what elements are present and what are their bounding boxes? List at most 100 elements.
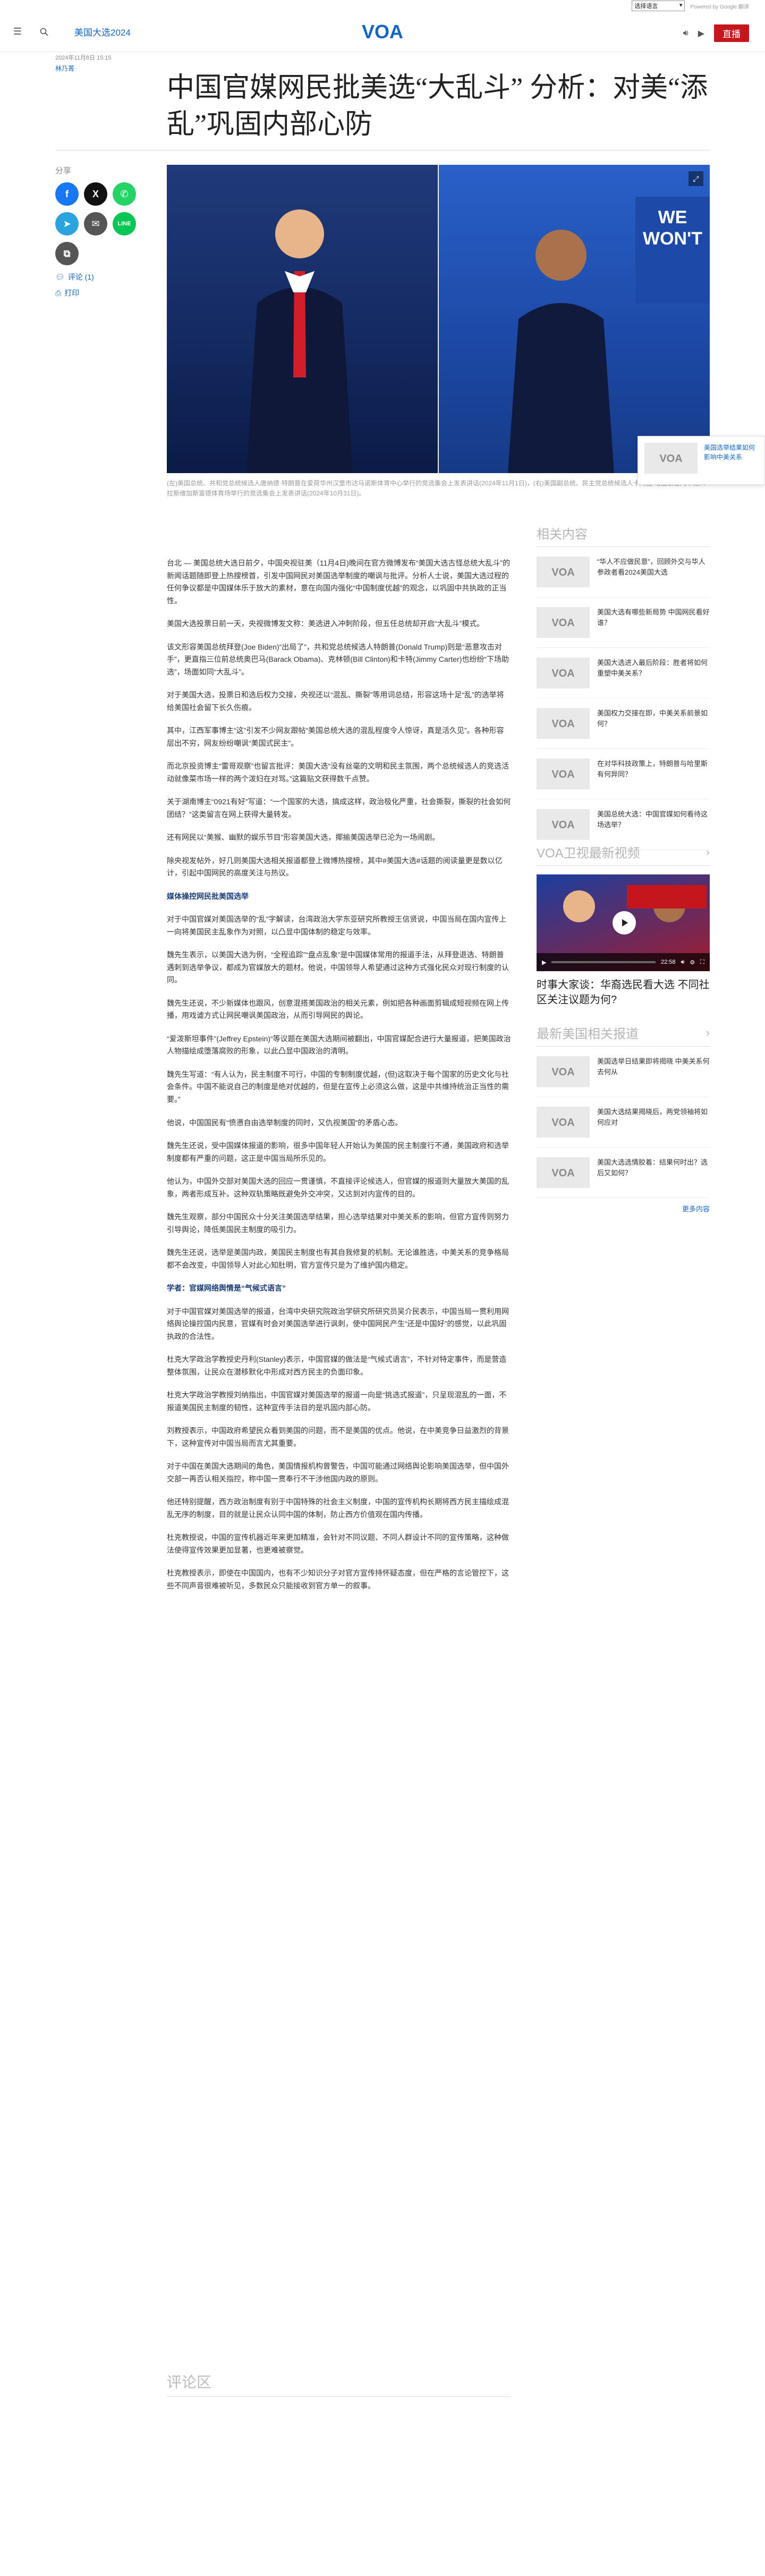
language-select-label: 选择语言 bbox=[634, 3, 658, 10]
voa-thumbnail: VOA bbox=[537, 1056, 590, 1087]
list-item[interactable]: VOA 美国大选进入最后阶段：胜者将如何重塑中美关系？ bbox=[537, 648, 710, 698]
paragraph: 他认为，中国外交部对美国大选的回应一贯谨慎，不直接评论候选人，但官媒的报道则大量… bbox=[167, 1177, 509, 1198]
article-author[interactable]: 林乃菁 bbox=[55, 63, 156, 74]
paragraph: 对于中国在美国大选期间的角色，美国情报机构曾警告，中国可能通过网络舆论影响美国选… bbox=[167, 1462, 509, 1483]
comment-icon: 💬︎ bbox=[55, 272, 65, 281]
telegram-icon[interactable]: ➤ bbox=[55, 212, 79, 235]
list-item[interactable]: VOA 美国选举日结果即将揭晓 中美关系何去何从 bbox=[537, 1047, 710, 1097]
svg-text:WE: WE bbox=[658, 207, 687, 228]
paragraph: 魏先生还说，选举是美国内政，美国民主制度也有其自我修复的机制。无论谁胜选，中美关… bbox=[167, 1248, 509, 1269]
video-section-title[interactable]: VOA卫视最新视频 › bbox=[537, 843, 710, 866]
volume-icon[interactable]: 🔊︎ bbox=[681, 959, 684, 966]
video-icon[interactable]: ▶︎ bbox=[698, 28, 704, 39]
site-header: ☰ 美国大选2024 VOA 🔊︎ ▶︎ 直播 bbox=[0, 12, 765, 52]
copy-link-icon[interactable]: ⧉ bbox=[55, 242, 79, 265]
comment-link[interactable]: 💬︎ 评论 (1) bbox=[55, 272, 162, 282]
voa-thumbnail: VOA bbox=[537, 607, 590, 638]
settings-icon[interactable]: ⚙ bbox=[690, 959, 695, 966]
section-link[interactable]: 美国大选2024 bbox=[74, 25, 131, 38]
video-player[interactable]: ▶ 22:58 🔊︎ ⚙ ⛶ bbox=[537, 874, 710, 971]
list-item[interactable]: VOA “华人不应做民意”，回顾外交与华人参政者看2024美国大选 bbox=[537, 547, 710, 597]
share-label: 分享 bbox=[55, 166, 72, 175]
related-list: VOA “华人不应做民意”，回顾外交与华人参政者看2024美国大选 VOA 美国大选有… bbox=[537, 547, 710, 850]
list-item[interactable]: VOA 美国大选有哪些新局势 中国网民看好谁？ bbox=[537, 597, 710, 648]
article-meta: 2024年11月8日 15:15 林乃菁 bbox=[55, 53, 156, 74]
svg-text:VOA: VOA bbox=[659, 453, 682, 465]
voa-thumbnail: VOA bbox=[537, 1107, 590, 1138]
latest-title-label: 最新美国相关报道 bbox=[537, 1027, 639, 1041]
list-item-title: “华人不应做民意”，回顾外交与华人参政者看2024美国大选 bbox=[597, 558, 706, 576]
print-link[interactable]: ⎙ 打印 bbox=[55, 288, 162, 298]
list-item-title: 美国选举日结果即将揭晓 中美关系何去何从 bbox=[597, 1057, 710, 1076]
paragraph: 对于中国官媒对美国选举的“乱”字解读，台湾政治大学东亚研究所教授王信贤说，中国当… bbox=[167, 915, 507, 936]
search-icon[interactable] bbox=[37, 25, 51, 39]
svg-text:WON'T: WON'T bbox=[643, 229, 702, 249]
subheading: 媒体操控网民批美国选举 bbox=[167, 891, 249, 900]
paragraph: 杜克大学政治学教授刘纳指出，中国官媒对美国选举的报道一向是“挑选式报道”，只呈现… bbox=[167, 1391, 507, 1412]
paragraph: 杜克大学政治学教授史丹利(Stanley)表示，中国官媒的做法是“气候式语言”，… bbox=[167, 1355, 507, 1376]
menu-icon[interactable]: ☰ bbox=[11, 25, 24, 39]
list-item[interactable]: VOA 美国权力交接在即，中美关系前景如何？ bbox=[537, 698, 710, 749]
paragraph: 杜克教授表示，即使在中国国内，也有不少知识分子对官方宣传持怀疑态度，但在严格的言… bbox=[167, 1569, 509, 1590]
video-progress[interactable] bbox=[551, 961, 656, 963]
latest-list: VOA 美国选举日结果即将揭晓 中美关系何去何从 VOA 美国大选结果揭晓后，两党领袖… bbox=[537, 1047, 710, 1198]
svg-text:VOA: VOA bbox=[551, 567, 574, 578]
svg-text:VOA: VOA bbox=[362, 21, 403, 43]
expand-icon[interactable]: ⤢ bbox=[688, 171, 703, 186]
fullscreen-icon[interactable]: ⛶ bbox=[700, 959, 704, 966]
video-caption[interactable]: 时事大家谈：华裔选民看大选 不同社区关注议题为何? bbox=[537, 978, 710, 1007]
live-button[interactable]: 直播 bbox=[714, 24, 749, 42]
paragraph: 该文形容美国总统拜登(Joe Biden)“出局了”，共和党总统候选人特朗普(D… bbox=[167, 642, 509, 676]
header-tools: 🔊︎ ▶︎ 直播 bbox=[683, 24, 749, 42]
paragraph: 他说，中国国民有“愤懑自由选举制度的同时，又仇视美国”的矛盾心态。 bbox=[167, 1118, 403, 1127]
list-item-title: 美国大选进入最后阶段：胜者将如何重塑中美关系？ bbox=[597, 659, 708, 677]
powered-by-label: Powered by Google 翻译 bbox=[690, 4, 749, 10]
voa-thumbnail: VOA bbox=[537, 1157, 590, 1188]
chevron-right-icon: › bbox=[706, 845, 710, 858]
more-link[interactable]: 更多内容 bbox=[537, 1203, 710, 1214]
voa-thumbnail: VOA bbox=[537, 809, 590, 840]
article-timestamp: 2024年11月8日 15:15 bbox=[55, 55, 112, 61]
whatsapp-icon[interactable]: ✆ bbox=[113, 182, 136, 206]
video-section-label: VOA卫视最新视频 bbox=[537, 846, 640, 861]
voa-thumbnail: VOA bbox=[537, 658, 590, 688]
chevron-down-icon: ▾ bbox=[679, 2, 683, 9]
related-section: 相关内容 VOA “华人不应做民意”，回顾外交与华人参政者看2024美国大选 VOA… bbox=[537, 524, 710, 850]
paragraph: 关于湖南博主“0921有好”写道：“一个国家的大选，搞成这样，政治极化严重，社会… bbox=[167, 797, 511, 819]
floating-card[interactable]: VOA 美国选举结果如何影响中美关系 bbox=[638, 436, 765, 485]
line-icon[interactable]: LINE bbox=[113, 212, 136, 235]
play-small-icon[interactable]: ▶ bbox=[542, 959, 546, 966]
list-item-title: 美国大选结果揭晓后，两党领袖将如何应对 bbox=[597, 1108, 708, 1126]
x-icon[interactable]: X bbox=[84, 182, 107, 206]
voa-logo[interactable]: VOA bbox=[356, 21, 409, 43]
svg-text:VOA: VOA bbox=[551, 1066, 574, 1078]
paragraph: 杜克教授说，中国的宣传机器近年来更加精准，会针对不同议题、不同人群设计不同的宣传… bbox=[167, 1533, 509, 1554]
paragraph: 他还特别提醒，西方政治制度有别于中国特殊的社会主义制度，中国的宣传机构长期将西方… bbox=[167, 1497, 509, 1519]
hero-image: WE WON'T ⤢ bbox=[167, 165, 710, 473]
email-icon[interactable]: ✉ bbox=[84, 212, 107, 235]
audio-icon[interactable]: 🔊︎ bbox=[683, 29, 688, 38]
share-panel: 分享 f X ✆ ➤ ✉ LINE ⧉ 💬︎ 评论 (1) ⎙ 打印 bbox=[55, 165, 162, 298]
print-link-label: 打印 bbox=[64, 289, 80, 297]
related-title: 相关内容 bbox=[537, 524, 710, 547]
paragraph: 对于中国官媒对美国选举的报道，台湾中央研究院政治学研究所研究员吴介民表示，中国当… bbox=[167, 1307, 509, 1341]
voa-thumbnail: VOA bbox=[537, 759, 590, 789]
facebook-icon[interactable]: f bbox=[55, 182, 79, 206]
svg-text:VOA: VOA bbox=[551, 1117, 574, 1129]
subheading: 学者：官媒网络舆情是“气候式语言” bbox=[167, 1284, 286, 1293]
list-item[interactable]: VOA 美国大选结果揭晓后，两党领袖将如何应对 bbox=[537, 1097, 710, 1148]
paragraph: “爱泼斯坦事件”(Jeffrey Epstein)“等议题在美国大选期间被翻出，… bbox=[167, 1034, 511, 1056]
paragraph: 魏先生还说，不少新媒体也跟风，创意混搭美国政治的相关元素，例如把各种画面剪辑成短… bbox=[167, 998, 509, 1020]
article-body: 台北 — 美国总统大选日前夕，中国央视驻美（11月4日)晚间在官方微博发布“美国… bbox=[167, 557, 511, 1603]
list-item[interactable]: VOA 美国大选选情胶着：结果何时出？选后又如何？ bbox=[537, 1148, 710, 1198]
voa-thumbnail: VOA bbox=[537, 708, 590, 739]
hero-caption: (左)美国总统、共和党总统候选人唐纳德·特朗普在爱荷华州汉堡市达马诺斯体育中心举… bbox=[167, 479, 706, 498]
paragraph: 魏先生还说，受中国媒体报道的影响，很多中国年轻人开始认为美国的民主制度行不通，美… bbox=[167, 1141, 509, 1163]
paragraph: 魏先生写道：“有人认为，民主制度不可行，中国的专制制度优越，(但)这取决于每个国… bbox=[167, 1070, 509, 1104]
latest-title[interactable]: 最新美国相关报道 › bbox=[537, 1023, 710, 1047]
play-icon[interactable] bbox=[613, 911, 636, 935]
language-select[interactable]: 选择语言 ▾ bbox=[632, 1, 685, 11]
chevron-right-icon: › bbox=[706, 1025, 710, 1039]
list-item[interactable]: VOA 在对华科技政策上，特朗普与哈里斯有何异同？ bbox=[537, 749, 710, 799]
svg-text:VOA: VOA bbox=[551, 718, 574, 730]
